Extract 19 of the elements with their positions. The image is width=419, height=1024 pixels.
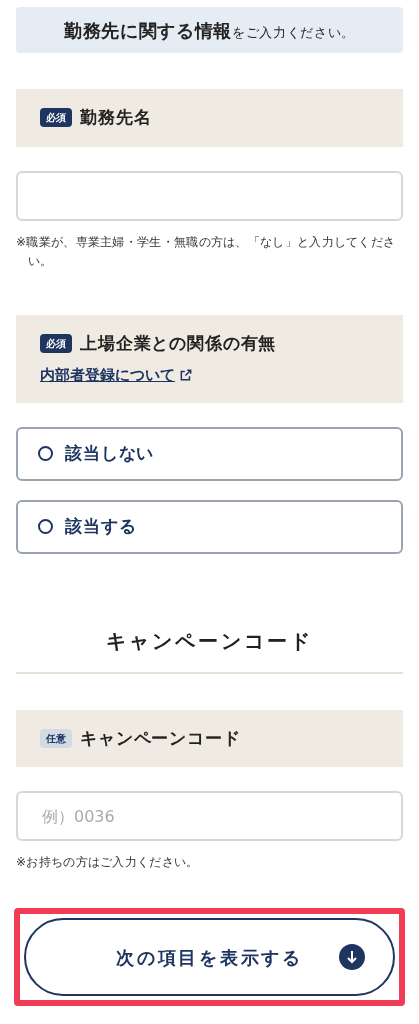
field-note: ※お持ちの方はご入力ください。 bbox=[16, 854, 200, 871]
external-link-icon bbox=[179, 368, 193, 383]
next-button[interactable]: 次の項目を表示する bbox=[24, 918, 395, 996]
section-heading: キャンペーンコード bbox=[105, 627, 314, 655]
radio-icon bbox=[38, 519, 53, 534]
field-label: 上場企業との関係の有無 bbox=[80, 331, 277, 355]
optional-tag: 任意 bbox=[40, 728, 72, 748]
required-tag: 必須 bbox=[40, 333, 72, 353]
required-tag: 必須 bbox=[40, 108, 72, 128]
info-link[interactable]: 内部者登録について bbox=[40, 364, 193, 387]
radio-option[interactable]: 該当する bbox=[16, 499, 403, 554]
text-field[interactable]: 例）0036 bbox=[16, 791, 403, 841]
intro-banner: 勤務先に関する情報をご入力ください。 bbox=[16, 7, 403, 53]
field-label: 勤務先名 bbox=[80, 106, 152, 129]
field-label: キャンペーンコード bbox=[80, 726, 241, 750]
radio-icon bbox=[38, 446, 53, 461]
radio-option[interactable]: 該当しない bbox=[16, 426, 403, 481]
text-field[interactable] bbox=[16, 170, 403, 221]
field-note: ※職業が、専業主婦・学生・無職の方は、「なし」と入力してください。 bbox=[16, 233, 397, 270]
